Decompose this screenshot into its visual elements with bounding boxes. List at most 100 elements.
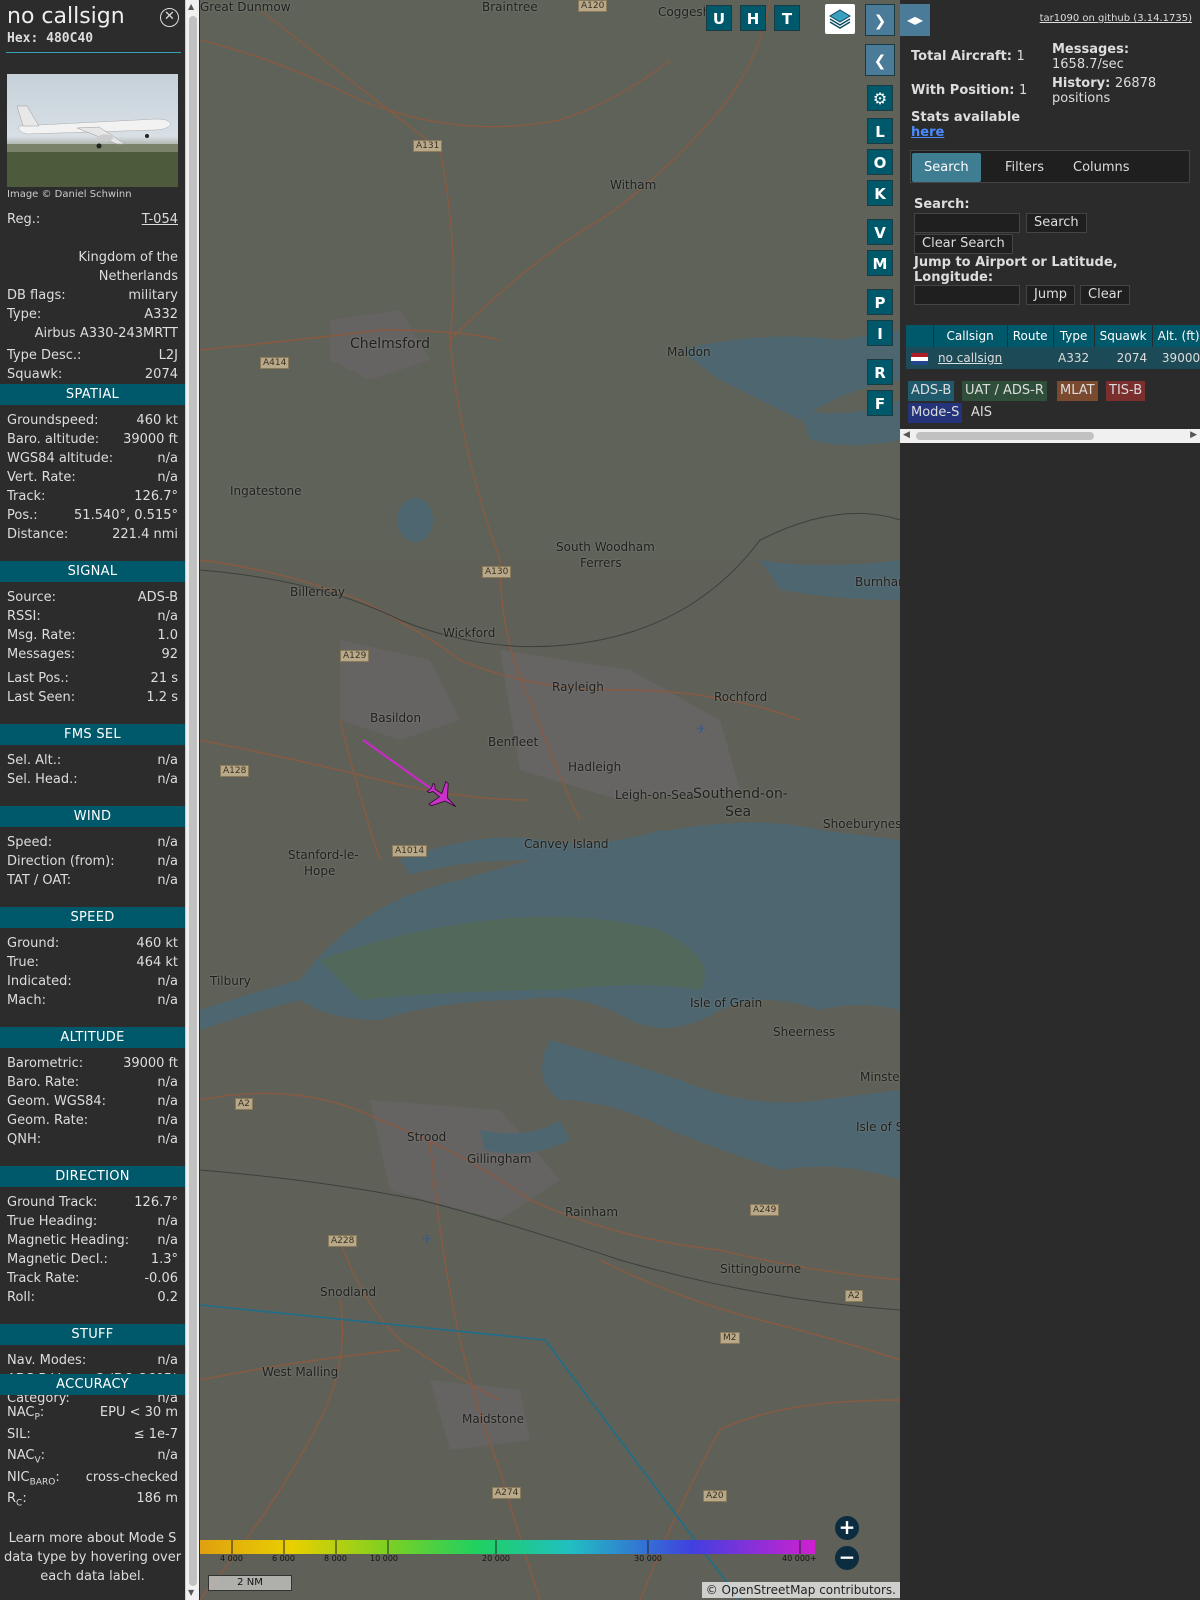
info-row-label[interactable]: Track Rate: bbox=[7, 1271, 79, 1286]
close-icon[interactable]: ✕ bbox=[160, 8, 179, 27]
info-panel-scrollbar[interactable]: ▲ ▼ bbox=[185, 0, 199, 1600]
info-row-label[interactable]: Pos.: bbox=[7, 508, 38, 523]
info-row-label[interactable]: Reg.: bbox=[7, 212, 40, 227]
map-attribution[interactable]: © OpenStreetMap contributors. bbox=[701, 1582, 900, 1598]
accuracy-row-label[interactable]: NICBARO: bbox=[7, 1470, 60, 1488]
horizontal-scrollbar-thumb[interactable] bbox=[916, 432, 1094, 440]
info-row-label[interactable]: Sel. Head.: bbox=[7, 772, 78, 787]
map-toggle-r-button[interactable]: R bbox=[867, 359, 893, 385]
info-row-label[interactable]: Speed: bbox=[7, 835, 52, 850]
accuracy-row-label[interactable]: RC: bbox=[7, 1491, 27, 1509]
info-row-label[interactable]: RSSI: bbox=[7, 609, 41, 624]
column-header-route[interactable]: Route bbox=[1007, 325, 1054, 347]
scroll-down-icon[interactable]: ▼ bbox=[188, 1588, 194, 1597]
map-view[interactable]: ✈ ✈ Great Dunmow Braintree Coggeshall Witha… bbox=[200, 0, 900, 1600]
tab-search[interactable]: Search bbox=[912, 153, 981, 182]
info-row-label[interactable]: QNH: bbox=[7, 1132, 41, 1147]
zoom-in-button[interactable]: + bbox=[835, 1516, 859, 1540]
column-header-callsign[interactable]: Callsign bbox=[933, 325, 1008, 347]
info-row-label[interactable]: Groundspeed: bbox=[7, 413, 98, 428]
info-row-label[interactable]: Last Seen: bbox=[7, 690, 75, 705]
map-toggle-k-button[interactable]: K bbox=[867, 180, 893, 206]
scroll-up-icon[interactable]: ▲ bbox=[188, 2, 194, 11]
info-row-label[interactable]: Sel. Alt.: bbox=[7, 753, 61, 768]
info-row-label[interactable]: Magnetic Decl.: bbox=[7, 1252, 108, 1267]
info-row-label[interactable]: Ground: bbox=[7, 936, 59, 951]
scrollbar-thumb[interactable] bbox=[189, 16, 197, 1586]
info-row-label[interactable]: Baro. altitude: bbox=[7, 432, 99, 447]
github-link[interactable]: tar1090 on github (3.14.1735) bbox=[1040, 13, 1192, 24]
info-row-label[interactable]: TAT / OAT: bbox=[7, 873, 71, 888]
map-toggle-m-button[interactable]: M bbox=[867, 250, 893, 276]
info-row-label[interactable]: Distance: bbox=[7, 527, 68, 542]
jump-button[interactable]: Jump bbox=[1026, 285, 1075, 305]
tab-filters[interactable]: Filters bbox=[993, 153, 1056, 182]
column-header-altitude[interactable]: Alt. (ft) bbox=[1152, 325, 1200, 347]
info-row-value[interactable]: T-054 bbox=[142, 212, 178, 227]
info-row-label[interactable]: Messages: bbox=[7, 647, 75, 662]
info-row-label[interactable]: Last Pos.: bbox=[7, 671, 69, 686]
next-panel-button[interactable]: ❯ bbox=[865, 4, 895, 36]
layers-button[interactable] bbox=[825, 4, 855, 34]
map-toggle-h-button[interactable]: H bbox=[740, 5, 766, 31]
map-toggle-i-button[interactable]: I bbox=[867, 320, 893, 346]
prev-panel-button[interactable]: ❮ bbox=[865, 44, 895, 76]
info-row-label[interactable]: Magnetic Heading: bbox=[7, 1233, 129, 1248]
info-row-label[interactable]: Geom. Rate: bbox=[7, 1113, 88, 1128]
accuracy-row-label[interactable]: NACV: bbox=[7, 1448, 45, 1466]
road-label: A414 bbox=[260, 357, 290, 369]
info-row: Track: 126.7° bbox=[7, 489, 178, 508]
info-row-label[interactable]: Ground Track: bbox=[7, 1195, 97, 1210]
table-horizontal-scrollbar[interactable]: ◀ ▶ bbox=[900, 429, 1200, 443]
map-toggle-p-button[interactable]: P bbox=[867, 289, 893, 315]
map-toggle-v-button[interactable]: V bbox=[867, 219, 893, 245]
callsign-cell[interactable]: no callsign bbox=[933, 347, 1008, 369]
search-input[interactable] bbox=[914, 213, 1020, 233]
map-toggle-f-button[interactable]: F bbox=[867, 390, 893, 416]
info-row-label[interactable]: Baro. Rate: bbox=[7, 1075, 79, 1090]
info-row-label[interactable]: Vert. Rate: bbox=[7, 470, 76, 485]
altitude-cell: 39000 bbox=[1152, 347, 1200, 369]
map-place-label: Snodland bbox=[320, 1285, 377, 1299]
info-row-label[interactable]: Indicated: bbox=[7, 974, 72, 989]
map-toggle-l-button[interactable]: L bbox=[867, 118, 893, 144]
clear-button[interactable]: Clear bbox=[1080, 285, 1130, 305]
info-row-label[interactable]: DB flags: bbox=[7, 288, 66, 303]
info-row-value: n/a bbox=[157, 1094, 178, 1109]
accuracy-row-label[interactable]: NACP: bbox=[7, 1405, 44, 1423]
toggle-sidebar-button[interactable]: ◂▸ bbox=[900, 4, 930, 36]
info-row-label[interactable]: Msg. Rate: bbox=[7, 628, 76, 643]
settings-button[interactable]: ⚙ bbox=[867, 85, 893, 111]
map-toggle-u-button[interactable]: U bbox=[706, 5, 732, 31]
info-row-label[interactable]: Barometric: bbox=[7, 1056, 83, 1071]
aircraft-photo[interactable] bbox=[7, 74, 178, 187]
flag-column-header[interactable] bbox=[906, 325, 934, 347]
stats-link[interactable]: here bbox=[911, 125, 944, 140]
info-row-label[interactable]: Mach: bbox=[7, 993, 46, 1008]
clear-search-button[interactable]: Clear Search bbox=[914, 234, 1013, 254]
scroll-right-icon[interactable]: ▶ bbox=[1190, 430, 1197, 440]
jump-input[interactable] bbox=[914, 285, 1020, 305]
map-toggle-t-button[interactable]: T bbox=[774, 5, 800, 31]
tab-columns[interactable]: Columns bbox=[1061, 153, 1142, 182]
table-row[interactable]: no callsign A332 2074 39000 bbox=[906, 347, 1200, 369]
info-row-label[interactable]: True: bbox=[7, 955, 39, 970]
info-row-label[interactable]: Nav. Modes: bbox=[7, 1353, 86, 1368]
info-row-label[interactable]: Track: bbox=[7, 489, 45, 504]
zoom-out-button[interactable]: − bbox=[835, 1546, 859, 1570]
scroll-left-icon[interactable]: ◀ bbox=[903, 430, 910, 440]
column-header-type[interactable]: Type bbox=[1053, 325, 1095, 347]
info-row-label[interactable]: Squawk: bbox=[7, 367, 62, 382]
info-row-label[interactable]: Source: bbox=[7, 590, 56, 605]
info-row-label[interactable]: Type: bbox=[7, 307, 41, 322]
info-row-label[interactable]: Direction (from): bbox=[7, 854, 115, 869]
map-toggle-o-button[interactable]: O bbox=[867, 149, 893, 175]
info-row-label[interactable]: True Heading: bbox=[7, 1214, 97, 1229]
info-row-label[interactable]: WGS84 altitude: bbox=[7, 451, 113, 466]
info-row-label[interactable]: Geom. WGS84: bbox=[7, 1094, 106, 1109]
column-header-squawk[interactable]: Squawk bbox=[1094, 325, 1153, 347]
info-row-label[interactable]: Roll: bbox=[7, 1290, 35, 1305]
info-row-label[interactable]: Type Desc.: bbox=[7, 348, 81, 363]
accuracy-row-label[interactable]: SIL: bbox=[7, 1427, 31, 1442]
search-button[interactable]: Search bbox=[1026, 213, 1087, 233]
